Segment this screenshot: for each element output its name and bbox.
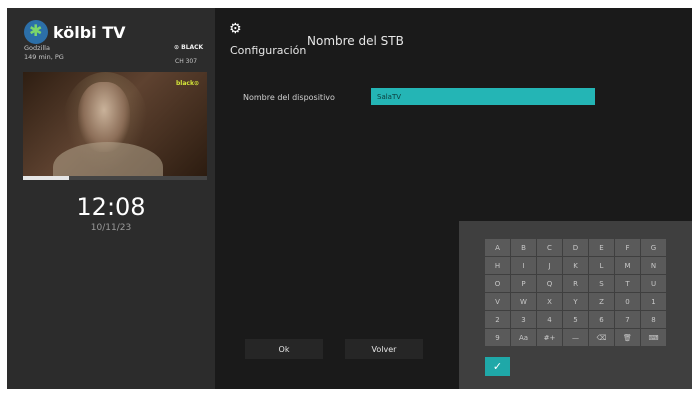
keyboard-key[interactable]: H — [485, 257, 510, 274]
keyboard-key[interactable]: T — [615, 275, 640, 292]
back-button[interactable]: Volver — [345, 339, 423, 359]
page-title: Nombre del STB — [307, 34, 404, 48]
keyboard-key[interactable]: 4 — [537, 311, 562, 328]
keyboard-key[interactable]: 5 — [563, 311, 588, 328]
keyboard-key[interactable]: L — [589, 257, 614, 274]
keyboard-key[interactable]: A — [485, 239, 510, 256]
section-title: Configuración — [230, 44, 307, 57]
keyboard-key[interactable]: S — [589, 275, 614, 292]
playback-progress-fill — [23, 176, 69, 180]
keyboard-key[interactable]: #+ — [537, 329, 562, 346]
keyboard-key[interactable]: V — [485, 293, 510, 310]
keyboard-key[interactable]: 1 — [641, 293, 666, 310]
keyboard-key[interactable]: K — [563, 257, 588, 274]
keyboard-confirm-button[interactable]: ✓ — [485, 357, 510, 376]
keyboard-key[interactable]: W — [511, 293, 536, 310]
keyboard-key[interactable]: C — [537, 239, 562, 256]
tv-screen: kölbi TV Godzilla 149 min, PG ⊙ BLACK CH… — [7, 8, 692, 389]
channel-watermark: black⊙ — [176, 80, 199, 87]
keyboard-key[interactable]: ⌫ — [589, 329, 614, 346]
on-screen-keyboard: A B C D E F G H I J K L M N O P Q R S T U V W X Y Z 0 1 2 3 4 5 6 7 8 9 Aa #+… — [459, 221, 692, 389]
now-playing-panel: kölbi TV Godzilla 149 min, PG ⊙ BLACK CH… — [7, 8, 215, 389]
keyboard-key[interactable]: X — [537, 293, 562, 310]
keyboard-key[interactable]: F — [615, 239, 640, 256]
playback-progress-bar — [23, 176, 207, 180]
keyboard-key[interactable]: 0 — [615, 293, 640, 310]
keyboard-key[interactable]: 🗑 — [615, 329, 640, 346]
keyboard-key[interactable]: B — [511, 239, 536, 256]
keyboard-key[interactable]: G — [641, 239, 666, 256]
device-name-input[interactable] — [371, 88, 595, 105]
program-meta: 149 min, PG — [24, 53, 64, 61]
keyboard-key[interactable]: O — [485, 275, 510, 292]
keyboard-key[interactable]: P — [511, 275, 536, 292]
program-title: Godzilla — [24, 44, 50, 52]
brand-logo: kölbi TV — [24, 20, 126, 44]
keyboard-key[interactable]: 9 — [485, 329, 510, 346]
keyboard-key[interactable]: Q — [537, 275, 562, 292]
keyboard-key[interactable]: Y — [563, 293, 588, 310]
channel-logo: ⊙ BLACK — [174, 44, 204, 51]
keyboard-key[interactable]: 2 — [485, 311, 510, 328]
keyboard-key[interactable]: E — [589, 239, 614, 256]
clock-time: 12:08 — [76, 193, 146, 221]
keyboard-key[interactable]: Z — [589, 293, 614, 310]
keyboard-key[interactable]: 7 — [615, 311, 640, 328]
kolbi-logo-icon — [24, 20, 48, 44]
keyboard-key[interactable]: — — [563, 329, 588, 346]
keyboard-key[interactable]: ⌨ — [641, 329, 666, 346]
gear-icon: ⚙ — [229, 21, 242, 37]
keyboard-key[interactable]: J — [537, 257, 562, 274]
ok-button[interactable]: Ok — [245, 339, 323, 359]
brand-name: kölbi TV — [53, 22, 126, 42]
program-info: Godzilla 149 min, PG — [24, 44, 64, 62]
channel-number: CH 307 — [175, 58, 198, 65]
keyboard-key[interactable]: 8 — [641, 311, 666, 328]
keyboard-key[interactable]: I — [511, 257, 536, 274]
keyboard-keys: A B C D E F G H I J K L M N O P Q R S T U V W X Y Z 0 1 2 3 4 5 6 7 8 9 Aa #+… — [485, 239, 666, 346]
device-name-label: Nombre del dispositivo — [243, 93, 335, 102]
keyboard-key[interactable]: 3 — [511, 311, 536, 328]
clock-date: 10/11/23 — [90, 223, 132, 233]
keyboard-key[interactable]: U — [641, 275, 666, 292]
video-preview[interactable]: black⊙ — [23, 72, 207, 176]
keyboard-key[interactable]: M — [615, 257, 640, 274]
keyboard-key[interactable]: Aa — [511, 329, 536, 346]
keyboard-key[interactable]: R — [563, 275, 588, 292]
keyboard-key[interactable]: 6 — [589, 311, 614, 328]
keyboard-key[interactable]: N — [641, 257, 666, 274]
keyboard-key[interactable]: D — [563, 239, 588, 256]
